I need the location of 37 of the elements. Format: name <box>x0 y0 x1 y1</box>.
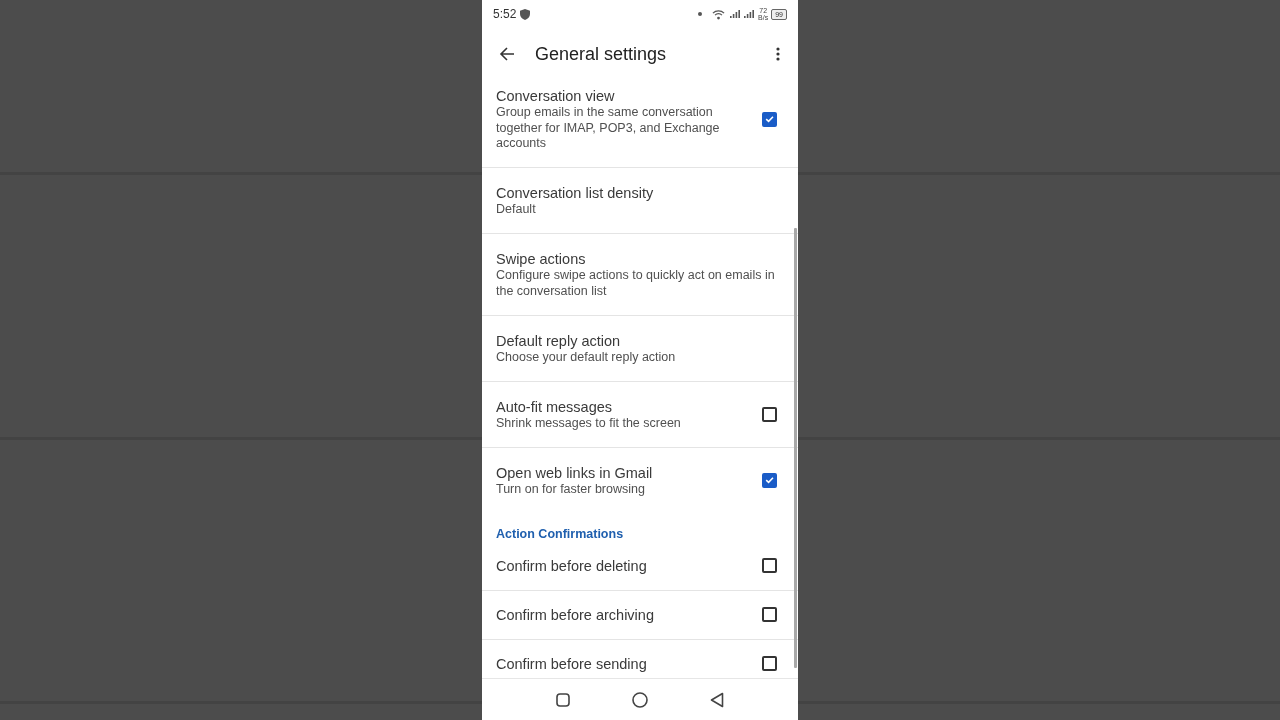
setting-title[interactable]: Default reply action <box>496 331 621 350</box>
home-button[interactable] <box>632 691 648 708</box>
checkbox[interactable] <box>762 558 777 573</box>
setting-description: Choose your default reply action <box>496 349 676 365</box>
page-title: General settings <box>535 43 667 65</box>
setting-description: Group emails in the same conversation together for IMAP, POP3, and Exchange accounts <box>496 105 721 152</box>
setting-title[interactable]: Confirm before deleting <box>496 556 647 575</box>
back-nav-button[interactable] <box>710 691 724 708</box>
setting-title[interactable]: Open web links in Gmail <box>496 463 653 482</box>
rounded-square-icon <box>556 692 570 707</box>
setting-title[interactable]: Confirm before archiving <box>496 605 654 624</box>
setting-title[interactable]: Swipe actions <box>496 250 586 268</box>
status-time: 5:52 <box>493 7 517 21</box>
signal-icon <box>730 10 741 18</box>
setting-description: Shrink messages to fit the screen <box>496 415 681 431</box>
setting-title[interactable]: Conversation view <box>496 87 615 105</box>
circle-icon <box>632 691 648 708</box>
notification-dot-icon <box>698 12 703 16</box>
more-vertical-icon <box>776 47 780 61</box>
triangle-icon <box>710 691 724 708</box>
setting-description: Turn on for faster browsing <box>496 481 645 497</box>
checkbox[interactable] <box>762 111 777 127</box>
setting-title[interactable]: Auto-fit messages <box>496 397 613 416</box>
recents-button[interactable] <box>556 692 570 707</box>
wifi-icon <box>712 8 726 20</box>
setting-description: Default <box>496 202 536 218</box>
checkbox[interactable] <box>762 472 777 488</box>
shield-icon <box>520 8 531 20</box>
checkbox[interactable] <box>762 607 777 622</box>
back-arrow-icon <box>499 46 515 62</box>
checkbox[interactable] <box>762 406 777 422</box>
setting-title[interactable]: Confirm before sending <box>496 654 647 673</box>
signal-icon <box>744 10 755 18</box>
setting-title[interactable]: Conversation list density <box>496 184 654 202</box>
section-heading: Action Confirmations <box>496 525 624 542</box>
checkbox[interactable] <box>762 656 777 671</box>
setting-description: Configure swipe actions to quickly act on emails in the conversation list <box>496 268 776 299</box>
